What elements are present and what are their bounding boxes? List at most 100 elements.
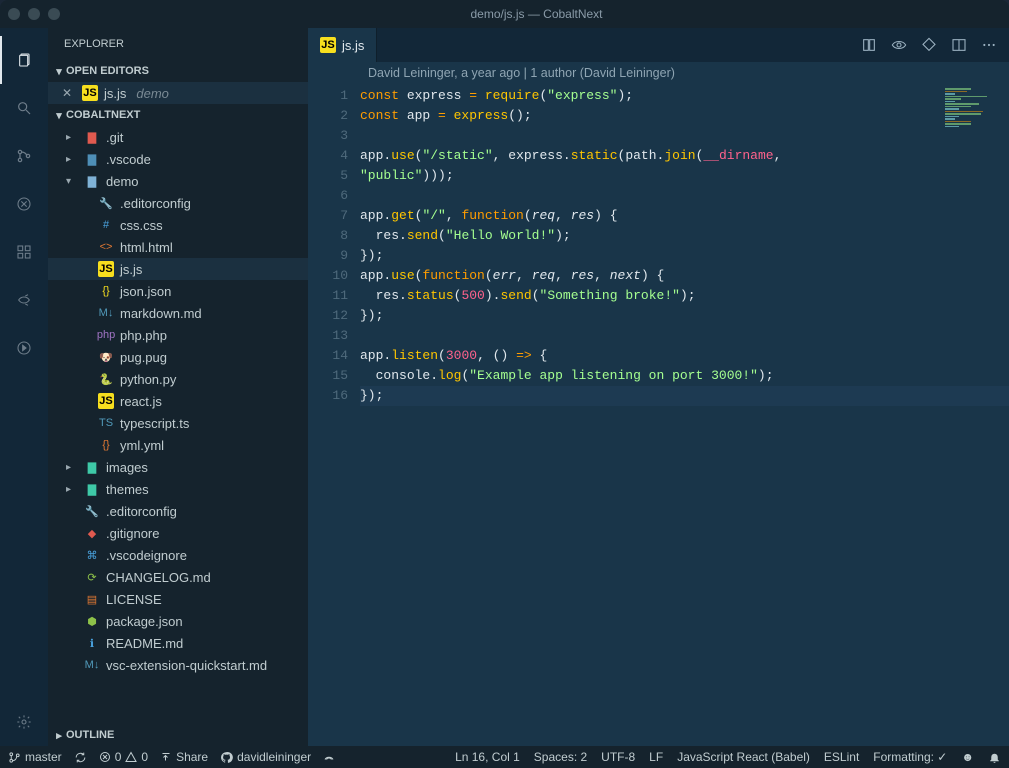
file-item[interactable]: ◆.gitignore xyxy=(48,522,308,544)
feedback-icon[interactable]: ☻ xyxy=(961,750,974,764)
folder-item[interactable]: ▾▇demo xyxy=(48,170,308,192)
close-icon[interactable]: ✕ xyxy=(62,86,76,100)
folder-item[interactable]: ▸▇.git xyxy=(48,126,308,148)
code-line[interactable]: }); xyxy=(360,386,1009,406)
file-item[interactable]: ⌘.vscodeignore xyxy=(48,544,308,566)
file-item[interactable]: <>html.html xyxy=(48,236,308,258)
tab-actions xyxy=(849,28,1009,62)
tabs-bar: JS js.js xyxy=(308,28,1009,62)
file-item[interactable]: phpphp.php xyxy=(48,324,308,346)
window-maximize-button[interactable] xyxy=(48,8,60,20)
code-line[interactable] xyxy=(360,186,1009,206)
eslint-status[interactable]: ESLint xyxy=(824,750,859,764)
gitlens-icon[interactable] xyxy=(921,37,937,53)
more-actions-icon[interactable] xyxy=(981,37,997,53)
folder-icon: ▇ xyxy=(84,459,100,475)
php-file-icon: php xyxy=(98,327,114,343)
code-line[interactable]: const app = express(); xyxy=(360,106,1009,126)
split-editor-icon[interactable] xyxy=(951,37,967,53)
code-line[interactable]: app.get("/", function(req, res) { xyxy=(360,206,1009,226)
window-close-button[interactable] xyxy=(8,8,20,20)
extensions-activity-icon[interactable] xyxy=(0,228,48,276)
encoding-status[interactable]: UTF-8 xyxy=(601,750,635,764)
github-status[interactable]: davidleininger xyxy=(220,750,311,764)
file-item[interactable]: {}yml.yml xyxy=(48,434,308,456)
file-item[interactable]: TStypescript.ts xyxy=(48,412,308,434)
problems-status[interactable]: 0 0 xyxy=(99,750,148,764)
project-section-header[interactable]: ▾ COBALTNEXT xyxy=(48,104,308,126)
open-editor-item[interactable]: ✕ JS js.js demo xyxy=(48,82,308,104)
code-line[interactable] xyxy=(360,126,1009,146)
code-line[interactable]: app.listen(3000, () => { xyxy=(360,346,1009,366)
file-item[interactable]: 🐶pug.pug xyxy=(48,346,308,368)
code-line[interactable]: const express = require("express"); xyxy=(360,86,1009,106)
file-item[interactable]: ⟳CHANGELOG.md xyxy=(48,566,308,588)
file-item[interactable]: ▤LICENSE xyxy=(48,588,308,610)
formatting-status[interactable]: Formatting: ✓ xyxy=(873,750,947,764)
editor-tab[interactable]: JS js.js xyxy=(308,28,377,62)
folder-icon: ▇ xyxy=(84,173,100,189)
preview-icon[interactable] xyxy=(891,37,907,53)
code-line[interactable]: console.log("Example app listening on po… xyxy=(360,366,1009,386)
code-line[interactable]: }); xyxy=(360,246,1009,266)
file-item[interactable]: JSjs.js xyxy=(48,258,308,280)
window-title: demo/js.js — CobaltNext xyxy=(72,7,1001,21)
code-line[interactable]: }); xyxy=(360,306,1009,326)
code-line[interactable]: app.use(function(err, req, res, next) { xyxy=(360,266,1009,286)
liveshare-status[interactable]: Share xyxy=(160,750,208,764)
window-minimize-button[interactable] xyxy=(28,8,40,20)
folder-item[interactable]: ▸▇.vscode xyxy=(48,148,308,170)
settings-gear-icon[interactable] xyxy=(0,698,48,746)
js-file-icon: JS xyxy=(98,261,114,277)
folder-item[interactable]: ▸▇images xyxy=(48,456,308,478)
liveshare-activity-icon[interactable] xyxy=(0,276,48,324)
cursor-position-status[interactable]: Ln 16, Col 1 xyxy=(455,750,520,764)
sync-status[interactable] xyxy=(74,751,87,764)
live-server-status[interactable] xyxy=(323,751,335,763)
activity-bar xyxy=(0,28,48,746)
file-item[interactable]: {}json.json xyxy=(48,280,308,302)
code-line[interactable]: res.send("Hello World!"); xyxy=(360,226,1009,246)
git-branch-status[interactable]: master xyxy=(8,750,62,764)
code-lines[interactable]: const express = require("express");const… xyxy=(360,84,1009,746)
tree-item-label: typescript.ts xyxy=(120,416,189,431)
outline-section-header[interactable]: ▸ OUTLINE xyxy=(48,724,308,746)
file-item[interactable]: M↓markdown.md xyxy=(48,302,308,324)
debug-activity-icon[interactable] xyxy=(0,180,48,228)
eol-status[interactable]: LF xyxy=(649,750,663,764)
file-item[interactable]: JSreact.js xyxy=(48,390,308,412)
code-line[interactable]: app.use("/static", express.static(path.j… xyxy=(360,146,1009,166)
minimap[interactable] xyxy=(945,88,1005,148)
code-line[interactable]: "public"))); xyxy=(360,166,1009,186)
azure-activity-icon[interactable] xyxy=(0,324,48,372)
tree-item-label: react.js xyxy=(120,394,162,409)
license-file-icon: ▤ xyxy=(84,591,100,607)
explorer-activity-icon[interactable] xyxy=(0,36,48,84)
code-line[interactable]: res.status(500).send("Something broke!")… xyxy=(360,286,1009,306)
indentation-status[interactable]: Spaces: 2 xyxy=(534,750,587,764)
code-line[interactable] xyxy=(360,326,1009,346)
folder-item[interactable]: ▸▇themes xyxy=(48,478,308,500)
file-item[interactable]: 🔧.editorconfig xyxy=(48,500,308,522)
code-editor[interactable]: 12345678910111213141516 const express = … xyxy=(308,84,1009,746)
tree-item-label: pug.pug xyxy=(120,350,167,365)
search-activity-icon[interactable] xyxy=(0,84,48,132)
file-item[interactable]: #css.css xyxy=(48,214,308,236)
notifications-icon[interactable] xyxy=(988,750,1001,764)
language-mode-status[interactable]: JavaScript React (Babel) xyxy=(677,750,810,764)
file-item[interactable]: ℹREADME.md xyxy=(48,632,308,654)
chevron-right-icon: ▸ xyxy=(66,484,78,495)
file-item[interactable]: M↓vsc-extension-quickstart.md xyxy=(48,654,308,676)
tree-item-label: html.html xyxy=(120,240,173,255)
vscode-file-icon: ⌘ xyxy=(84,547,100,563)
open-editors-section-header[interactable]: ▾ OPEN EDITORS xyxy=(48,60,308,82)
scm-activity-icon[interactable] xyxy=(0,132,48,180)
file-item[interactable]: 🔧.editorconfig xyxy=(48,192,308,214)
file-item[interactable]: 🐍python.py xyxy=(48,368,308,390)
line-number: 14 xyxy=(308,346,348,366)
file-item[interactable]: ⬢package.json xyxy=(48,610,308,632)
open-editor-filename: js.js xyxy=(104,86,126,101)
chevron-right-icon: ▸ xyxy=(66,154,78,165)
compare-changes-icon[interactable] xyxy=(861,37,877,53)
codelens-author[interactable]: David Leininger, a year ago | 1 author (… xyxy=(308,62,1009,84)
